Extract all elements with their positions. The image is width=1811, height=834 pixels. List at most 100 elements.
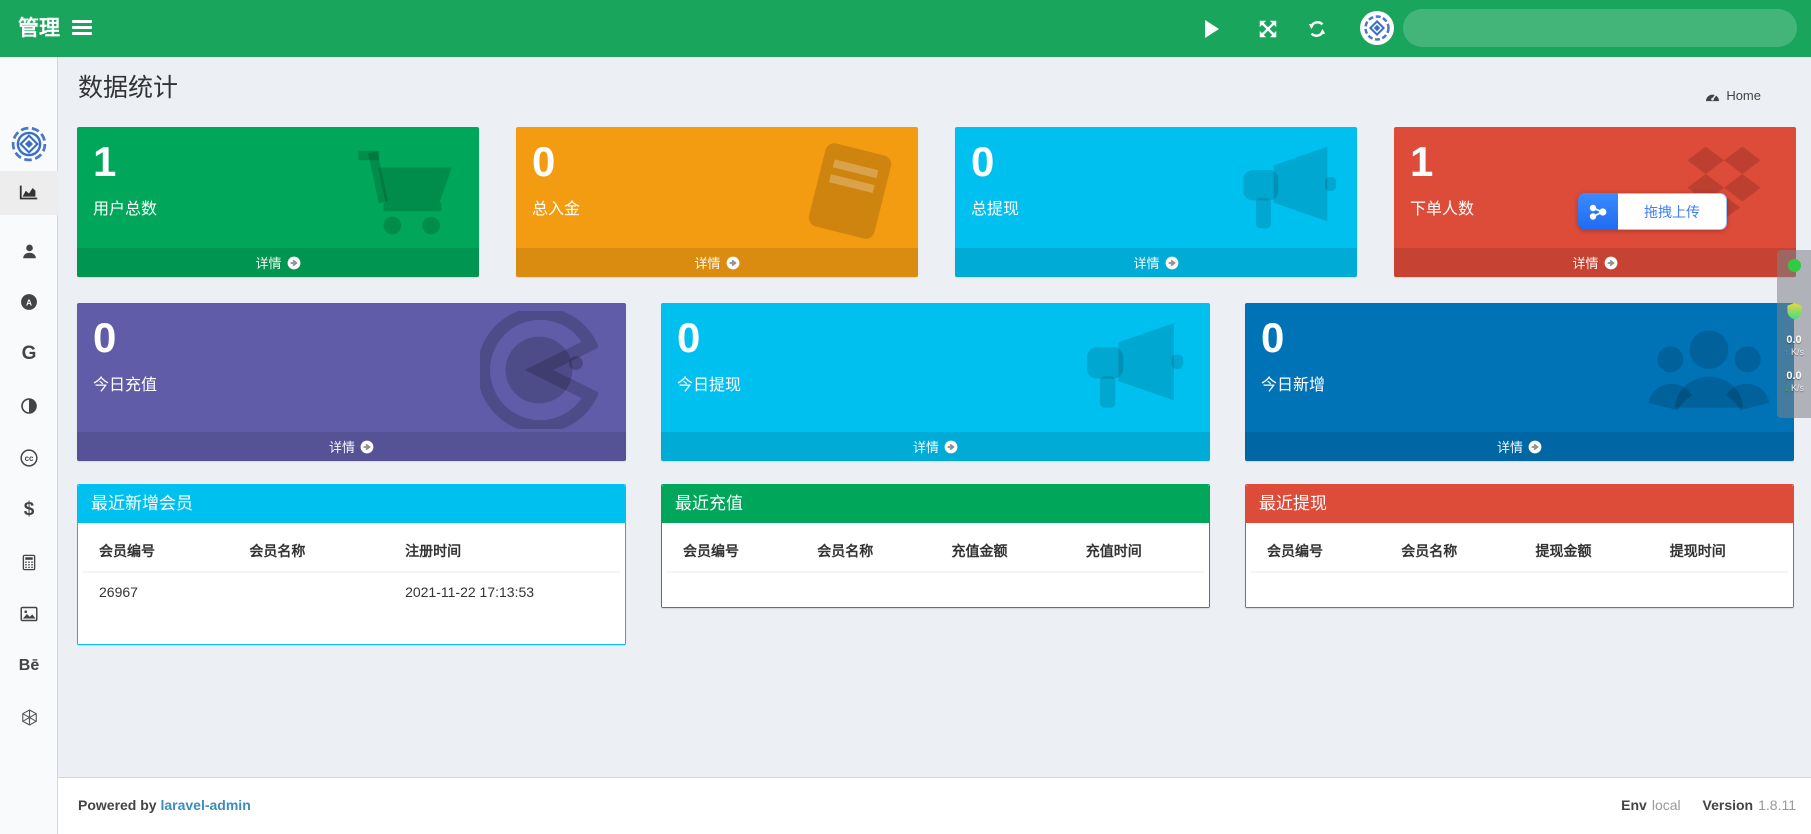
- laravel-admin-link[interactable]: laravel-admin: [160, 797, 250, 813]
- behance-icon: Bē: [19, 657, 39, 675]
- detail-link[interactable]: 详情: [77, 432, 626, 461]
- amilia-icon: A: [19, 292, 39, 312]
- version-label: Version: [1703, 797, 1754, 813]
- column-header: 会员名称: [233, 529, 389, 572]
- detail-link[interactable]: 详情: [661, 432, 1210, 461]
- stat-label: 总提现: [971, 195, 1019, 219]
- detail-link[interactable]: 详情: [1394, 248, 1796, 277]
- stat-value: 0: [532, 139, 580, 185]
- arrow-circle-right-icon: [1604, 256, 1618, 270]
- netspeed-overlay-widget[interactable]: 0.0 ↑ K/s 0.0 ↓ K/s: [1777, 250, 1811, 418]
- sidebar-item-users[interactable]: [0, 229, 58, 273]
- column-header: 提现金额: [1520, 529, 1654, 572]
- stat-label: 总入金: [532, 195, 580, 219]
- user-icon: [20, 242, 39, 261]
- breadcrumb-home[interactable]: Home: [1705, 88, 1761, 103]
- sidebar-toggle-icon[interactable]: [72, 20, 92, 37]
- download-speed-unit: K/s: [1791, 383, 1804, 393]
- register-time-cell: 2021-11-22 17:13:53: [389, 572, 620, 610]
- shield-icon: [1786, 302, 1803, 321]
- page-title: 数据统计: [78, 68, 178, 104]
- sidebar-item-dashboard[interactable]: [0, 171, 58, 215]
- user-avatar-logo[interactable]: [1360, 11, 1394, 45]
- breadcrumb-label: Home: [1726, 88, 1761, 103]
- dashboard-gauge-icon: [1705, 89, 1720, 102]
- calculator-icon: [20, 553, 38, 572]
- member-id-cell: 26967: [83, 572, 233, 610]
- stat-value: 0: [93, 315, 157, 361]
- sidebar: A G cc $: [0, 57, 58, 834]
- version-value: 1.8.11: [1758, 797, 1796, 813]
- sidebar-item-behance[interactable]: Bē: [0, 644, 58, 688]
- arrow-circle-right-icon: [1528, 440, 1542, 454]
- codiepie-icon: [480, 311, 598, 429]
- fullscreen-button[interactable]: [1247, 0, 1289, 57]
- sidebar-logo[interactable]: [0, 122, 58, 166]
- stat-value: 0: [1261, 315, 1325, 361]
- laravel-admin-logo-icon: [1362, 13, 1392, 43]
- column-header: 会员名称: [801, 529, 935, 572]
- upload-speed-value: 0.0: [1786, 335, 1801, 346]
- top-navbar: 管理: [0, 0, 1811, 57]
- search-input[interactable]: [1403, 9, 1797, 47]
- column-header: 会员编号: [1251, 529, 1385, 572]
- svg-text:cc: cc: [25, 454, 34, 463]
- arrow-circle-right-icon: [287, 256, 301, 270]
- share-cloud-icon: [1587, 202, 1609, 222]
- arrow-circle-right-icon: [944, 440, 958, 454]
- play-icon: [1205, 20, 1219, 38]
- stat-card-row-2: 0 今日充值 详情 0 今日提现 详情: [77, 303, 1794, 461]
- sidebar-item-adjust[interactable]: [0, 384, 58, 428]
- arrow-circle-right-icon: [1165, 256, 1179, 270]
- detail-link[interactable]: 详情: [1245, 432, 1794, 461]
- sidebar-item-google[interactable]: G: [0, 332, 58, 376]
- stat-card-today-recharge: 0 今日充值 详情: [77, 303, 626, 461]
- stat-label: 今日提现: [677, 371, 741, 395]
- svg-text:A: A: [26, 297, 32, 307]
- box-recent-members: 最近新增会员 会员编号 会员名称 注册时间 26967 2021-11-22 1…: [77, 484, 626, 645]
- app-logo-icon: [11, 126, 47, 162]
- stat-label: 今日新增: [1261, 371, 1325, 395]
- sidebar-item-creative-commons[interactable]: cc: [0, 436, 58, 480]
- shopping-cart-icon: [345, 135, 465, 247]
- stat-card-today-new: 0 今日新增 详情: [1245, 303, 1794, 461]
- up-arrow-icon: ↑: [1784, 347, 1789, 357]
- recent-withdraw-table: 会员编号 会员名称 提现金额 提现时间: [1251, 529, 1788, 573]
- detail-link[interactable]: 详情: [77, 248, 479, 277]
- env-label: Env: [1621, 797, 1647, 813]
- arrow-circle-right-icon: [360, 440, 374, 454]
- stat-card-today-withdraw: 0 今日提现 详情: [661, 303, 1210, 461]
- google-icon: G: [22, 343, 37, 365]
- env-value: local: [1652, 797, 1681, 813]
- adjust-icon: [20, 397, 38, 415]
- codepen-icon: [20, 708, 39, 727]
- sidebar-item-image[interactable]: [0, 592, 58, 636]
- box-recent-withdraw: 最近提现 会员编号 会员名称 提现金额 提现时间: [1245, 484, 1794, 608]
- recent-recharge-table: 会员编号 会员名称 充值金额 充值时间: [667, 529, 1204, 573]
- stat-label: 今日充值: [93, 371, 157, 395]
- brand-title[interactable]: 管理: [10, 0, 68, 57]
- image-icon: [19, 605, 39, 623]
- creative-commons-icon: cc: [19, 448, 39, 468]
- table-row: 26967 2021-11-22 17:13:53: [83, 572, 620, 610]
- sidebar-item-codepen[interactable]: [0, 695, 58, 739]
- detail-link[interactable]: 详情: [516, 248, 918, 277]
- sidebar-item-dollar[interactable]: $: [0, 488, 58, 532]
- fullscreen-arrows-icon: [1257, 18, 1279, 40]
- stat-card-total-deposit: 0 总入金 详情: [516, 127, 918, 277]
- bullhorn-icon: [1066, 311, 1190, 427]
- box-title: 最近充值: [662, 485, 1209, 523]
- column-header: 注册时间: [389, 529, 620, 572]
- column-header: 会员编号: [83, 529, 233, 572]
- refresh-button[interactable]: [1296, 0, 1338, 57]
- stat-value: 1: [1410, 139, 1474, 185]
- sidebar-item-calculator[interactable]: [0, 540, 58, 584]
- stat-value: 0: [677, 315, 741, 361]
- drag-upload-widget[interactable]: 拖拽上传: [1578, 193, 1727, 230]
- down-arrow-icon: ↓: [1784, 383, 1789, 393]
- detail-link[interactable]: 详情: [955, 248, 1357, 277]
- column-header: 充值金额: [936, 529, 1070, 572]
- arrow-circle-right-icon: [726, 256, 740, 270]
- sidebar-item-amilia[interactable]: A: [0, 280, 58, 324]
- play-button[interactable]: [1191, 0, 1233, 57]
